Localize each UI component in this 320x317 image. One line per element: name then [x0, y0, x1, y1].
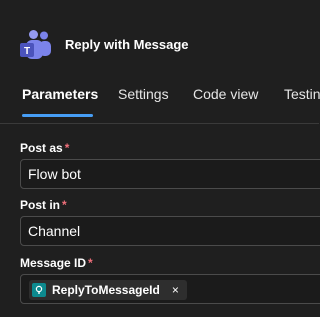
required-marker: * — [62, 198, 67, 212]
message-id-field[interactable]: ReplyToMessageId × — [20, 274, 320, 304]
post-as-label-text: Post as — [20, 141, 63, 155]
tab-bar: Parameters Settings Code view Testing — [0, 86, 320, 118]
required-marker: * — [64, 141, 70, 155]
next-field-label-clipped — [20, 313, 60, 317]
active-tab-indicator — [22, 114, 93, 117]
post-in-label-text: Post in — [20, 198, 61, 212]
message-id-label-text: Message ID — [20, 256, 87, 270]
message-id-label: Message ID * — [20, 256, 93, 270]
panel-header: T Reply with Message — [0, 0, 319, 78]
remove-token-button[interactable]: × — [172, 283, 179, 297]
dynamic-content-token[interactable]: ReplyToMessageId × — [29, 280, 187, 300]
expression-icon — [32, 283, 46, 297]
tab-divider — [0, 123, 319, 124]
post-as-value: Flow bot — [28, 166, 81, 182]
post-in-dropdown[interactable]: Channel — [20, 216, 320, 246]
tab-code-view[interactable]: Code view — [193, 86, 258, 102]
action-title: Reply with Message — [65, 37, 189, 52]
post-in-value: Channel — [28, 223, 81, 239]
token-label: ReplyToMessageId — [52, 283, 160, 297]
teams-icon: T — [20, 30, 51, 59]
tab-parameters[interactable]: Parameters — [22, 86, 98, 102]
svg-text:T: T — [24, 46, 30, 57]
tab-settings[interactable]: Settings — [118, 86, 169, 102]
required-marker: * — [88, 256, 93, 270]
post-as-label: Post as * — [20, 141, 69, 155]
post-as-dropdown[interactable]: Flow bot — [20, 159, 320, 189]
tab-testing[interactable]: Testing — [284, 86, 320, 102]
post-in-label: Post in * — [20, 198, 67, 212]
